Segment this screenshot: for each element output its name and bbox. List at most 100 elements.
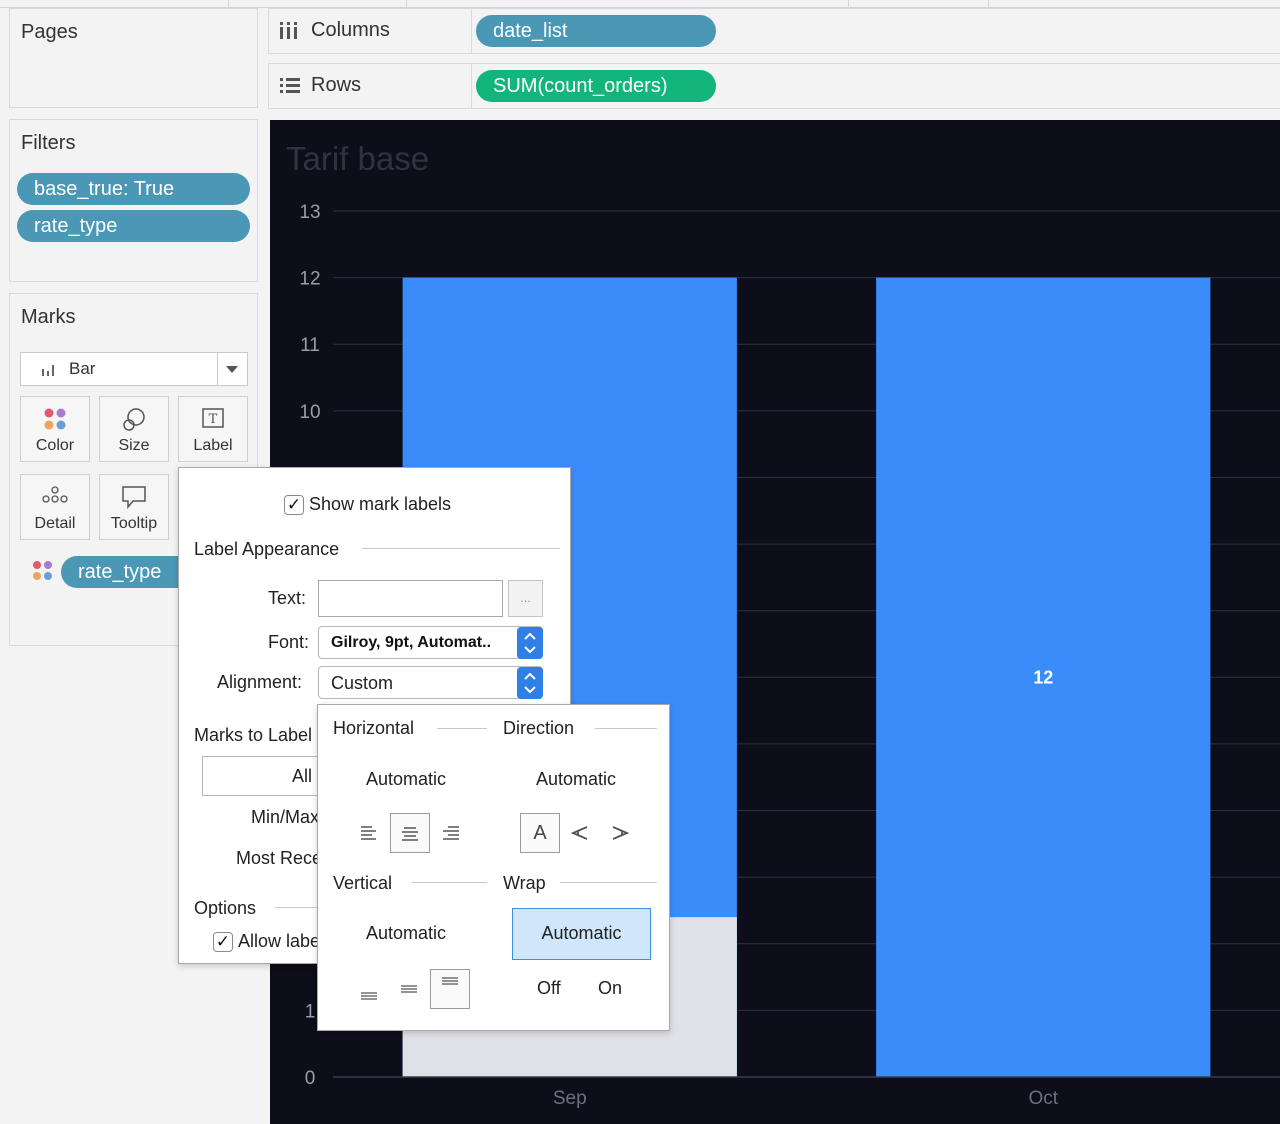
direction-horizontal-button[interactable]: A [520,813,560,853]
wrap-on[interactable]: On [598,978,622,999]
stepper-icon [517,627,543,659]
align-top-icon [442,977,458,985]
pages-title: Pages [21,21,78,43]
y-tick-label: 13 [299,202,320,223]
y-tick-label: 10 [299,402,320,423]
size-tile-label: Size [118,437,150,454]
shelf-divider [471,9,472,53]
mtl-all-text: All [291,766,312,786]
tooltip-tile-label: Tooltip [110,515,158,532]
columns-label: Columns [311,19,390,41]
text-edit-button[interactable]: ... [508,580,543,617]
direction-heading: Direction [503,718,575,738]
align-bottom-icon[interactable] [360,985,378,1001]
text-rotate-down-icon[interactable] [610,825,630,841]
label-appearance-heading: Label Appearance [194,539,340,559]
columns-shelf[interactable]: Columns date_list [268,8,1280,54]
dropdown-divider [217,353,218,385]
filter-pill-rate-type[interactable]: rate_type [17,210,250,242]
section-rule [437,728,487,729]
chevron-down-icon [226,366,238,373]
horizontal-automatic[interactable]: Automatic [366,769,446,790]
x-tick-label: Oct [1028,1088,1058,1109]
data-label: 12 [1033,667,1053,687]
align-center-button[interactable] [390,813,430,853]
color-tile-label: Color [35,437,75,454]
color-dots-icon [21,407,89,431]
y-tick-label: 1 [305,1001,316,1022]
align-right-icon[interactable] [442,825,460,841]
rows-label: Rows [311,74,362,96]
marks-to-label-minmax[interactable]: Min/Max [251,807,319,828]
section-rule [595,728,657,729]
detail-tile-label: Detail [34,515,76,532]
label-tile[interactable]: T Label [178,396,248,462]
alignment-popover: Horizontal Direction Automatic Automatic… [317,704,670,1031]
text-input[interactable] [318,580,503,617]
y-tick-label: 11 [300,335,320,356]
bar-chart-icon [42,365,54,376]
mark-type-value: Bar [69,359,96,378]
rows-pill-sum-count-orders[interactable]: SUM(count_orders) [476,70,716,102]
mark-type-dropdown[interactable]: Bar [20,352,248,386]
marks-to-label-heading: Marks to Label [194,725,313,745]
detail-dots-icon [21,485,89,505]
alignment-label: Alignment: [217,672,303,692]
filter-pill-base-true[interactable]: base_true: True [17,173,250,205]
show-labels-text: Show mark labels [309,494,452,514]
alignment-select[interactable]: Custom [318,666,543,699]
wrap-off[interactable]: Off [537,978,561,999]
font-label: Font: [268,632,310,652]
wrap-automatic-text: Automatic [541,923,622,943]
section-rule [560,882,657,883]
horizontal-heading: Horizontal [333,718,415,738]
marks-title: Marks [21,306,76,328]
strip-divider [228,0,229,7]
direction-a-text: A [533,822,547,844]
section-rule [412,882,487,883]
x-tick-label: Sep [553,1088,587,1109]
detail-tile[interactable]: Detail [20,474,90,540]
color-dots-icon [33,561,52,580]
color-tile[interactable]: Color [20,396,90,462]
pages-card[interactable]: Pages [9,8,258,108]
rows-shelf[interactable]: Rows SUM(count_orders) [268,63,1280,109]
label-tile-label: Label [193,437,233,454]
svg-text:T: T [209,412,218,427]
direction-automatic[interactable]: Automatic [536,769,616,790]
show-labels-checkbox[interactable]: ✓ [284,495,304,515]
alignment-value: Custom [331,673,394,693]
speech-bubble-icon [100,485,168,509]
size-tile[interactable]: Size [99,396,169,462]
align-top-button[interactable] [430,969,470,1009]
strip-divider [988,0,989,7]
top-strip [0,0,1280,8]
columns-pill-date-list[interactable]: date_list [476,15,716,47]
strip-divider [848,0,849,7]
align-middle-icon[interactable] [400,981,418,997]
text-rotate-up-icon[interactable] [570,825,590,841]
font-select[interactable]: Gilroy, 9pt, Automat.. [318,626,543,659]
tooltip-tile[interactable]: Tooltip [99,474,169,540]
text-field-label: Text: [268,588,307,608]
y-tick-label: 0 [305,1068,316,1089]
wrap-automatic-button[interactable]: Automatic [512,908,651,960]
y-tick-label: 12 [299,269,320,290]
stepper-icon [517,667,543,699]
align-center-icon [402,827,418,841]
strip-divider [406,0,407,7]
shelf-divider [471,64,472,108]
font-value: Gilroy, 9pt, Automat.. [331,634,492,651]
vertical-automatic[interactable]: Automatic [366,923,446,944]
vertical-heading: Vertical [333,873,393,893]
filters-card[interactable]: Filters base_true: True rate_type [9,119,258,282]
align-left-icon[interactable] [360,825,378,841]
text-label-icon: T [179,407,247,431]
rows-icon [280,78,300,93]
wrap-heading: Wrap [503,873,546,893]
filters-title: Filters [21,132,76,154]
options-heading: Options [194,898,257,918]
allow-overlap-checkbox[interactable]: ✓ [213,932,233,952]
columns-icon [280,22,297,39]
size-icon [100,407,168,433]
